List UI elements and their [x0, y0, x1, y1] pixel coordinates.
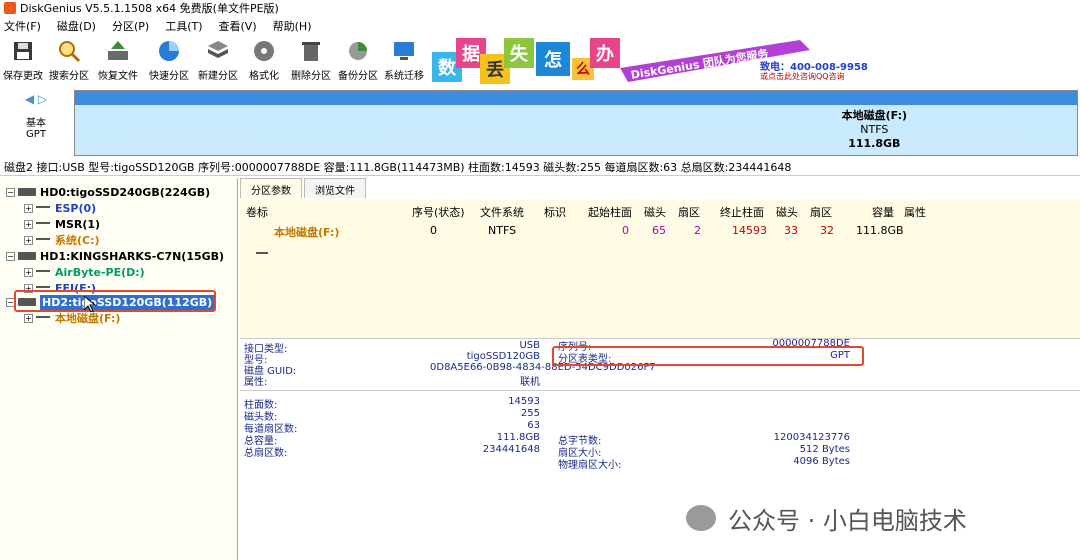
disk-icon	[18, 252, 36, 260]
col-header: 卷标	[246, 206, 268, 219]
partition-visual-name: 本地磁盘(F:)	[841, 109, 907, 122]
search-icon	[56, 38, 82, 64]
partition-icon	[36, 222, 50, 226]
expand-icon[interactable]: +	[24, 313, 33, 323]
tree-item-f[interactable]: + 本地磁盘(F:)	[24, 310, 120, 326]
col-header: 容量	[872, 206, 894, 219]
tree-item-esp[interactable]: + ESP(0)	[24, 200, 96, 216]
highlight-box	[14, 290, 216, 312]
partition-icon	[36, 316, 50, 320]
format-icon	[251, 38, 277, 64]
col-header: 序号(状态)	[412, 206, 465, 219]
disk-info-line: 磁盘2 接口:USB 型号:tigoSSD120GB 序列号:000000778…	[0, 158, 1080, 176]
next-disk-icon[interactable]: ▷	[38, 92, 47, 106]
banner-tile: 失	[504, 38, 534, 68]
menu-tools[interactable]: 工具(T)	[165, 18, 202, 34]
disk-nav: ◀ ▷ 基本 GPT	[0, 88, 72, 158]
quick-partition-icon	[156, 38, 182, 64]
partition-visual-fs: NTFS	[860, 123, 889, 136]
col-header: 属性	[904, 206, 926, 219]
prev-disk-icon[interactable]: ◀	[25, 92, 34, 106]
recover-icon	[105, 38, 131, 64]
delete-partition-button[interactable]: 删除分区	[286, 36, 336, 82]
col-header: 文件系统	[480, 206, 524, 219]
col-header: 扇区	[810, 206, 832, 219]
recover-files-button[interactable]: 恢复文件	[92, 36, 144, 82]
collapse-icon[interactable]: −	[6, 187, 15, 197]
menu-view[interactable]: 查看(V)	[219, 18, 257, 34]
tab-partition-params[interactable]: 分区参数	[240, 178, 302, 198]
new-partition-button[interactable]: 新建分区	[194, 36, 242, 82]
expand-icon[interactable]: +	[24, 219, 33, 229]
backup-partition-button[interactable]: 备份分区	[336, 36, 380, 82]
col-header: 磁头	[644, 206, 666, 219]
highlight-box	[552, 346, 864, 366]
banner-tile: 办	[590, 38, 620, 68]
banner-qq: 或点击此处咨询QQ咨询	[760, 72, 845, 81]
tree-item-hd1[interactable]: − HD1:KINGSHARKS-C7N(15GB)	[6, 248, 224, 264]
save-changes-button[interactable]: 保存更改	[0, 36, 46, 82]
partition-icon	[36, 238, 50, 242]
banner-promo: DiskGenius 团队为您服务 致电：400-008-9958 或点击此处咨…	[620, 38, 870, 82]
new-partition-icon	[205, 38, 231, 64]
disk-type-label: 基本	[26, 118, 46, 129]
expand-icon[interactable]: +	[24, 267, 33, 277]
expand-icon[interactable]: +	[24, 203, 33, 213]
mouse-cursor-icon	[84, 296, 96, 312]
save-icon	[10, 38, 36, 64]
menu-partition[interactable]: 分区(P)	[112, 18, 149, 34]
app-logo-icon	[4, 2, 16, 14]
menu-disk[interactable]: 磁盘(D)	[57, 18, 96, 34]
banner-tile: 怎	[536, 42, 570, 76]
col-header: 终止柱面	[720, 206, 764, 219]
partition-icon	[256, 252, 268, 256]
partition-table: 卷标 序号(状态) 文件系统 标识 起始柱面 磁头 扇区 终止柱面 磁头 扇区 …	[240, 200, 1080, 338]
expand-icon[interactable]: +	[24, 235, 33, 245]
disk-table-label: GPT	[26, 129, 46, 140]
migrate-icon	[391, 38, 417, 64]
col-header: 磁头	[776, 206, 798, 219]
delete-icon	[298, 38, 324, 64]
window-title: DiskGenius V5.5.1.1508 x64 免费版(单文件PE版)	[20, 2, 279, 15]
col-header: 标识	[544, 206, 566, 219]
title-bar: DiskGenius V5.5.1.1508 x64 免费版(单文件PE版)	[0, 0, 1080, 16]
format-button[interactable]: 格式化	[242, 36, 286, 82]
tab-strip: 分区参数 浏览文件	[240, 178, 1080, 198]
menu-help[interactable]: 帮助(H)	[273, 18, 312, 34]
tree-item-c[interactable]: + 系统(C:)	[24, 232, 100, 248]
tree-item-hd0[interactable]: − HD0:tigoSSD240GB(224GB)	[6, 184, 210, 200]
tab-browse-files[interactable]: 浏览文件	[304, 178, 366, 198]
disk-bar: ◀ ▷ 基本 GPT 本地磁盘(F:) NTFS 111.8GB	[0, 88, 1080, 158]
system-migration-button[interactable]: 系统迁移	[380, 36, 428, 82]
search-partition-button[interactable]: 搜索分区	[46, 36, 92, 82]
partition-icon	[36, 270, 50, 274]
promo-banner[interactable]: 数 据 丢 失 怎 么 办 DiskGenius 团队为您服务 致电：400-0…	[430, 36, 870, 84]
wechat-icon	[686, 505, 716, 531]
backup-icon	[345, 38, 371, 64]
partition-visual[interactable]: 本地磁盘(F:) NTFS 111.8GB	[74, 90, 1078, 156]
collapse-icon[interactable]: −	[6, 251, 15, 261]
tree-item-d[interactable]: + AirByte-PE(D:)	[24, 264, 145, 280]
disk-icon	[18, 188, 36, 196]
col-header: 扇区	[678, 206, 700, 219]
menu-file[interactable]: 文件(F)	[4, 18, 41, 34]
tree-item-msr[interactable]: + MSR(1)	[24, 216, 100, 232]
col-header: 起始柱面	[588, 206, 632, 219]
partition-icon	[36, 206, 50, 210]
partition-visual-size: 111.8GB	[848, 137, 901, 150]
quick-partition-button[interactable]: 快速分区	[144, 36, 194, 82]
disk-tree: − HD0:tigoSSD240GB(224GB) + ESP(0) + MSR…	[0, 178, 238, 560]
menu-bar: 文件(F) 磁盘(D) 分区(P) 工具(T) 查看(V) 帮助(H)	[0, 16, 1080, 36]
watermark: 公众号 · 小白电脑技术	[686, 498, 1066, 538]
